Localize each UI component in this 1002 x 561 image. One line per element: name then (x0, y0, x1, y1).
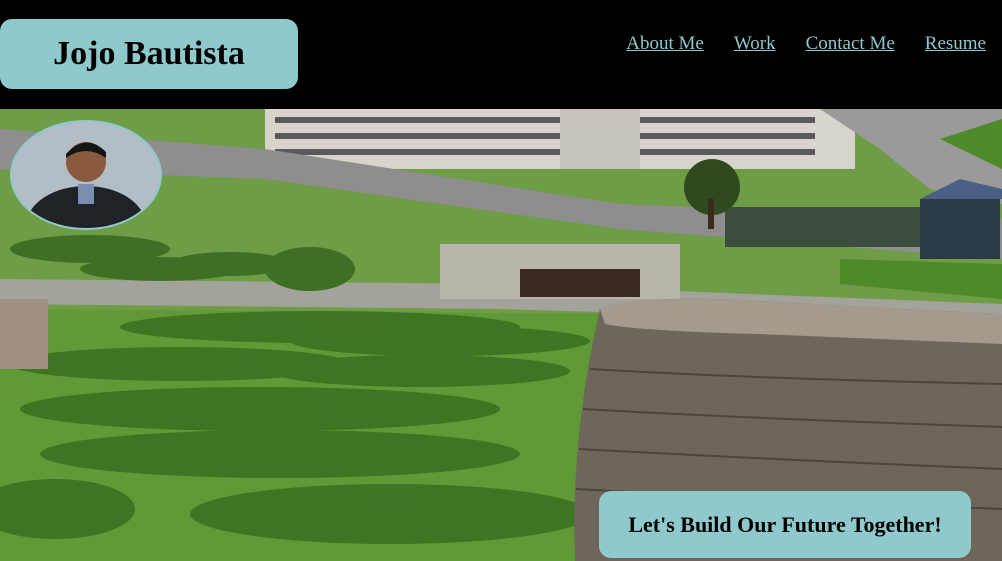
hero-banner-image: Let's Build Our Future Together! (0, 109, 1002, 561)
brand-name[interactable]: Jojo Bautista (0, 19, 298, 89)
nav-link-work[interactable]: Work (734, 33, 776, 55)
main-nav: About Me Work Contact Me Resume (626, 33, 986, 55)
profile-avatar (10, 120, 162, 230)
site-header: Jojo Bautista About Me Work Contact Me R… (0, 0, 1002, 109)
nav-link-resume[interactable]: Resume (925, 33, 986, 55)
hero-tagline: Let's Build Our Future Together! (599, 491, 971, 558)
nav-link-about-me[interactable]: About Me (626, 33, 704, 55)
nav-link-contact-me[interactable]: Contact Me (806, 33, 895, 55)
